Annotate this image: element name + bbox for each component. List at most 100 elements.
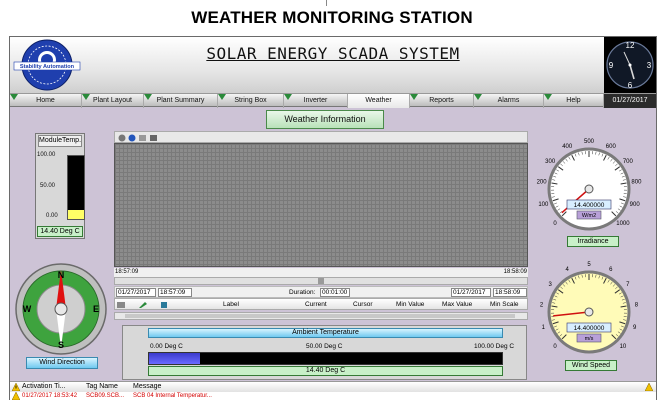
nav-tab-plant-summary[interactable]: Plant Summary [144, 94, 218, 108]
ws-tick-label: 7 [626, 282, 630, 288]
duration-field[interactable]: 00:01:00 [320, 288, 350, 297]
alarm-table-header: Activation Ti... Tag Name Message [10, 381, 656, 392]
nav-tab-reports[interactable]: Reports [410, 94, 474, 108]
ambient-scale-min: 0.00 Deg C [150, 343, 183, 350]
col-min-value[interactable]: Min Value [396, 301, 424, 308]
title-tick [326, 0, 327, 6]
weather-information-tab[interactable]: Weather Information [266, 110, 384, 129]
add-pen-icon[interactable] [161, 302, 167, 308]
col-max-value[interactable]: Max Value [442, 301, 472, 308]
alarm-tag: SCB09.SCB... [86, 393, 125, 399]
nav-tab-help[interactable]: Help [544, 94, 604, 108]
ws-tick-label: 9 [633, 325, 637, 331]
ws-tick-label: 5 [587, 262, 591, 268]
wind-speed-gauge: 0 1 2 3 4 5 6 7 8 9 10 14.400000 m/s [540, 262, 639, 354]
ws-tick-label: 0 [553, 344, 557, 350]
module-temp-title: ModuleTemp. [38, 135, 82, 147]
clock-9: 9 [609, 61, 614, 70]
irradiance-label: Irradiance [567, 236, 619, 247]
irr-tick-label: 0 [553, 221, 557, 227]
irradiance-unit: W/m2 [582, 213, 596, 219]
irradiance-value: 14.400000 [574, 202, 605, 209]
irradiance-gauge: 0 100 200 300 400 500 600 700 800 900 1000 14.4000… [537, 139, 642, 231]
col-label[interactable]: Label [223, 301, 239, 308]
ambient-temp-value: 14.40 Deg C [148, 366, 503, 376]
nav-tab-home[interactable]: Home [10, 94, 82, 108]
trend-time-scrollbar[interactable] [114, 277, 528, 285]
alarm-time: 01/27/2017 18:53:42 [22, 393, 78, 399]
module-temp-fill [68, 209, 84, 219]
wind-speed-unit: m/s [585, 336, 594, 342]
alarm-message: SCB 04 Internal Temperatur... [133, 393, 212, 399]
system-title: SOLAR ENERGY SCADA SYSTEM [206, 44, 460, 63]
trend-info-icon[interactable] [128, 134, 136, 142]
alarm-col-activation[interactable]: Activation Ti... [22, 383, 66, 390]
legend-scrollbar[interactable] [114, 312, 528, 320]
trend-copy-icon[interactable] [139, 135, 146, 141]
module-scale-max: 100.00 [37, 152, 56, 158]
module-temp-bar [67, 155, 85, 220]
trend-start-time: 18:57:09 [115, 269, 139, 275]
nav-tab-weather[interactable]: Weather [348, 94, 410, 108]
trend-back-icon[interactable] [118, 134, 126, 142]
ambient-scale-mid: 50.00 Deg C [306, 343, 343, 350]
irr-tick-label: 300 [545, 159, 556, 165]
irr-tick-label: 900 [630, 202, 641, 208]
end-date-field[interactable]: 01/27/2017 [451, 288, 491, 297]
alarm-row-icon [12, 392, 20, 400]
ambient-temp-title: Ambient Temperature [148, 328, 503, 338]
ws-tick-label: 4 [566, 267, 570, 273]
module-scale-mid: 50.00 [40, 183, 56, 189]
irr-tick-label: 800 [631, 179, 642, 185]
pen-list-icon[interactable] [117, 302, 125, 308]
alarm-warning-icon[interactable] [645, 383, 653, 391]
compass-w: W [23, 304, 32, 314]
module-scale-min: 0.00 [46, 213, 58, 219]
ambient-temp-bar [148, 352, 503, 365]
ws-tick-label: 8 [635, 302, 639, 308]
analog-clock: 12 3 6 9 [604, 37, 656, 93]
trend-print-icon[interactable] [150, 135, 157, 141]
wind-speed-label: Wind Speed [565, 360, 617, 371]
clock-3: 3 [647, 61, 652, 70]
irr-tick-label: 1000 [616, 221, 630, 227]
ws-tick-label: 2 [540, 302, 544, 308]
col-current[interactable]: Current [305, 301, 327, 308]
page-title: WEATHER MONITORING STATION [191, 8, 473, 27]
ws-tick-label: 6 [609, 267, 613, 273]
clock-12: 12 [626, 41, 635, 50]
col-cursor[interactable]: Cursor [353, 301, 373, 308]
nav-tab-alarms[interactable]: Alarms [474, 94, 544, 108]
col-min-scale[interactable]: Min Scale [490, 301, 519, 308]
irr-tick-label: 100 [538, 202, 549, 208]
start-time-field[interactable]: 18:57:09 [158, 288, 192, 297]
nav-tab-plant-layout[interactable]: Plant Layout [82, 94, 144, 108]
trend-chart-area[interactable] [114, 143, 528, 267]
alarm-col-tag[interactable]: Tag Name [86, 383, 118, 390]
irr-tick-label: 200 [537, 179, 548, 185]
nav-date: 01/27/2017 [604, 94, 656, 108]
start-date-field[interactable]: 01/27/2017 [116, 288, 156, 297]
alarm-row[interactable]: 01/27/2017 18:53:42 SCB09.SCB... SCB 04 … [10, 392, 656, 400]
trend-end-time: 18:58:09 [503, 269, 527, 275]
trend-scroll-thumb[interactable] [318, 278, 324, 284]
edit-pen-icon[interactable] [139, 302, 147, 308]
ws-tick-label: 3 [548, 282, 552, 288]
wind-direction-label: Wind Direction [26, 357, 98, 369]
compass-e: E [93, 304, 99, 314]
legend-scroll-thumb[interactable] [125, 314, 515, 318]
duration-label: Duration: [289, 289, 316, 296]
main-nav: Home Plant Layout Plant Summary String B… [10, 93, 656, 108]
module-temp-value: 14.40 Deg C [37, 226, 83, 237]
end-time-field[interactable]: 18:58:09 [493, 288, 527, 297]
ws-tick-label: 1 [542, 325, 546, 331]
alarm-col-message[interactable]: Message [133, 383, 161, 390]
ws-tick-label: 10 [620, 344, 627, 350]
nav-tab-string-box[interactable]: String Box [218, 94, 284, 108]
wind-speed-value: 14.400000 [574, 325, 605, 332]
nav-tab-inverter[interactable]: Inverter [284, 94, 348, 108]
irr-tick-label: 500 [584, 139, 595, 145]
trend-controls: 01/27/2017 18:57:09 Duration: 00:01:00 0… [114, 286, 528, 298]
warning-icon [12, 383, 20, 391]
compass-s: S [58, 340, 64, 350]
